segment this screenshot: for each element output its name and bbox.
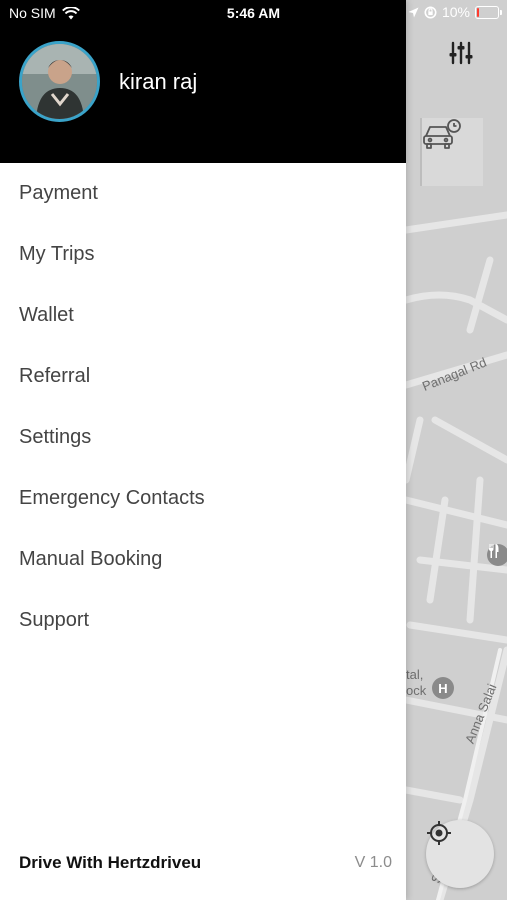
map-place-label: tal, ock — [406, 667, 427, 698]
menu-item-emergency-contacts[interactable]: Emergency Contacts — [0, 468, 406, 529]
menu-item-support[interactable]: Support — [0, 590, 406, 651]
hospital-icon[interactable]: H — [432, 677, 454, 699]
drive-with-us-link[interactable]: Drive With Hertzdriveu — [19, 853, 201, 873]
fork-knife-icon[interactable] — [487, 544, 507, 566]
drawer-footer: Drive With Hertzdriveu V 1.0 — [0, 826, 406, 900]
user-name[interactable]: kiran raj — [119, 69, 197, 95]
battery-icon — [475, 5, 502, 19]
menu-item-settings[interactable]: Settings — [0, 407, 406, 468]
menu-item-manual-booking[interactable]: Manual Booking — [0, 529, 406, 590]
menu-item-wallet[interactable]: Wallet — [0, 285, 406, 346]
drawer-menu: Payment My Trips Wallet Referral Setting… — [0, 163, 406, 651]
menu-item-payment[interactable]: Payment — [0, 163, 406, 224]
menu-item-my-trips[interactable]: My Trips — [0, 224, 406, 285]
app-version: V 1.0 — [354, 854, 392, 871]
location-arrow-icon — [408, 7, 419, 17]
battery-fill — [477, 7, 479, 17]
user-photo — [22, 44, 97, 119]
status-right: 10% — [408, 4, 502, 20]
orientation-lock-icon — [424, 6, 437, 18]
battery-percent: 10% — [441, 4, 470, 20]
locate-icon — [427, 821, 451, 845]
sliders-icon[interactable] — [448, 40, 482, 74]
locate-me-button[interactable] — [426, 820, 494, 888]
status-bar: No SIM 5:46 AM 10% — [0, 0, 507, 26]
ride-later-button[interactable] — [420, 118, 483, 186]
menu-item-referral[interactable]: Referral — [0, 346, 406, 407]
navigation-drawer: kiran raj Payment My Trips Wallet Referr… — [0, 0, 406, 900]
avatar[interactable] — [19, 41, 100, 122]
car-clock-icon — [423, 119, 461, 149]
